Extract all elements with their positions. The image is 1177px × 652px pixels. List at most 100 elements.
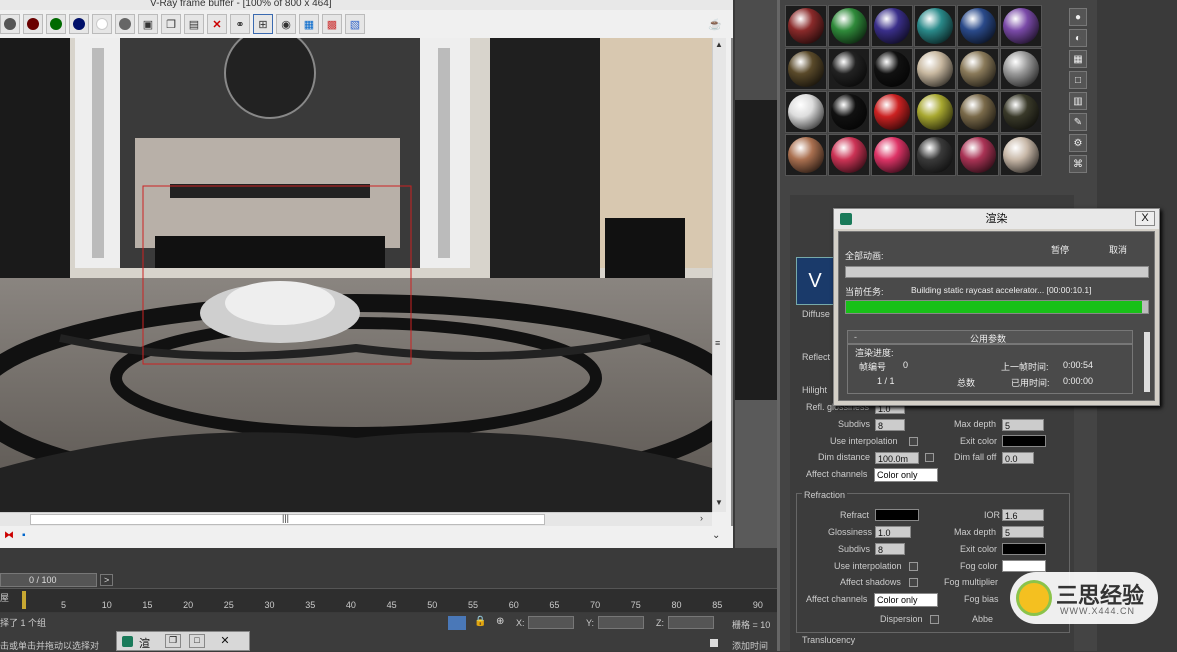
minimized-render-window[interactable]: 渲 ❐ □ ✕ bbox=[116, 631, 250, 651]
alpha-channel-icon[interactable] bbox=[92, 14, 112, 34]
material-slot[interactable] bbox=[828, 48, 870, 90]
open-icon[interactable]: ▤ bbox=[184, 14, 204, 34]
material-slot[interactable] bbox=[957, 48, 999, 90]
select-by-material-icon[interactable]: ⌘ bbox=[1069, 155, 1087, 173]
ior-field[interactable]: 1.6 bbox=[1002, 509, 1044, 521]
dim-distance-field[interactable]: 100.0m bbox=[875, 452, 919, 464]
r-subdivs-field[interactable]: 8 bbox=[875, 543, 905, 555]
cancel-button[interactable]: 取消 bbox=[1109, 243, 1127, 256]
material-slot[interactable] bbox=[957, 5, 999, 47]
dispersion-checkbox[interactable] bbox=[930, 615, 939, 624]
absolute-mode-icon[interactable]: ⊕ bbox=[496, 616, 504, 627]
restore-icon[interactable]: ❐ bbox=[165, 634, 181, 648]
lock-icon[interactable]: 🔒 bbox=[474, 616, 486, 627]
material-slot[interactable] bbox=[871, 48, 913, 90]
x-field[interactable] bbox=[528, 616, 574, 629]
y-field[interactable] bbox=[598, 616, 644, 629]
copy-icon[interactable]: ❐ bbox=[161, 14, 181, 34]
glossiness-field[interactable]: 1.0 bbox=[875, 526, 911, 538]
material-slot[interactable] bbox=[957, 91, 999, 133]
max-depth-field[interactable]: 5 bbox=[1002, 419, 1044, 431]
blue-channel-icon[interactable] bbox=[69, 14, 89, 34]
background-icon[interactable]: ▦ bbox=[1069, 50, 1087, 68]
affect-shadows-checkbox[interactable] bbox=[909, 578, 918, 587]
exit-color-swatch[interactable] bbox=[1002, 435, 1046, 447]
maximize-icon[interactable]: □ bbox=[189, 634, 205, 648]
refract-swatch[interactable] bbox=[875, 509, 919, 521]
material-slot[interactable] bbox=[914, 48, 956, 90]
material-slot[interactable] bbox=[785, 5, 827, 47]
material-slot[interactable] bbox=[785, 134, 827, 176]
fog-color-swatch[interactable] bbox=[1002, 560, 1046, 572]
scroll-up-icon[interactable]: ▲ bbox=[715, 40, 724, 49]
make-preview-icon[interactable]: ✎ bbox=[1069, 113, 1087, 131]
material-slot[interactable] bbox=[914, 91, 956, 133]
mono-icon[interactable] bbox=[115, 14, 135, 34]
material-slot[interactable] bbox=[1000, 134, 1042, 176]
affect-channels-select[interactable]: Color only bbox=[874, 468, 938, 482]
track-bar[interactable]: 屋 5 10 15 20 25 30 35 40 45 50 55 60 65 70 75 80 85 90 bbox=[0, 588, 777, 612]
video-color-icon[interactable]: ▥ bbox=[1069, 92, 1087, 110]
close-button[interactable]: X bbox=[1135, 211, 1155, 226]
dim-falloff-field[interactable]: 0.0 bbox=[1002, 452, 1034, 464]
options-icon[interactable]: ⚙ bbox=[1069, 134, 1087, 152]
current-frame-marker[interactable] bbox=[22, 591, 26, 609]
save-icon[interactable]: ▣ bbox=[138, 14, 158, 34]
use-interpolation-checkbox[interactable] bbox=[909, 437, 918, 446]
camera-icon[interactable]: ▦ bbox=[299, 14, 319, 34]
dialog-scrollbar[interactable] bbox=[1144, 332, 1150, 392]
horizontal-scrollbar[interactable]: ||| › bbox=[0, 512, 712, 526]
dim-distance-checkbox[interactable] bbox=[925, 453, 934, 462]
add-time-tag[interactable]: 添加时间 bbox=[732, 639, 768, 652]
r-use-interpolation-checkbox[interactable] bbox=[909, 562, 918, 571]
material-slot[interactable] bbox=[785, 48, 827, 90]
scroll-down-icon[interactable]: ▼ bbox=[715, 498, 724, 507]
pixel-info-icon[interactable]: ▪ bbox=[22, 530, 26, 541]
time-tag-icon[interactable] bbox=[710, 639, 718, 647]
material-slot[interactable] bbox=[785, 91, 827, 133]
corrections-icon[interactable]: ▧ bbox=[345, 14, 365, 34]
material-slot[interactable] bbox=[828, 5, 870, 47]
scroll-right-icon[interactable]: › bbox=[700, 513, 703, 523]
vertical-scrollbar[interactable]: ▲ ≡ ▼ bbox=[712, 38, 726, 512]
z-field[interactable] bbox=[668, 616, 714, 629]
tiling-icon[interactable]: □ bbox=[1069, 71, 1087, 89]
material-slot[interactable] bbox=[914, 5, 956, 47]
red-channel-icon[interactable] bbox=[23, 14, 43, 34]
lut-icon[interactable]: ▩ bbox=[322, 14, 342, 34]
rgb-channel-icon[interactable] bbox=[0, 14, 20, 34]
region-render-icon[interactable]: ⊞ bbox=[253, 14, 273, 34]
material-slot[interactable] bbox=[1000, 91, 1042, 133]
r-affect-channels-select[interactable]: Color only bbox=[874, 593, 938, 607]
expand-icon[interactable]: ⌄ bbox=[712, 530, 720, 541]
green-channel-icon[interactable] bbox=[46, 14, 66, 34]
r-exit-color-swatch[interactable] bbox=[1002, 543, 1046, 555]
material-slot[interactable] bbox=[828, 134, 870, 176]
isolate-icon[interactable] bbox=[448, 616, 466, 630]
history-icon[interactable]: ⧓ bbox=[4, 530, 14, 541]
close-icon[interactable]: ✕ bbox=[217, 634, 233, 648]
next-frame-button[interactable]: > bbox=[100, 574, 114, 586]
teapot-icon[interactable]: ☕ bbox=[705, 14, 725, 34]
render-icon[interactable]: ◉ bbox=[276, 14, 296, 34]
rollout-header[interactable]: - 公用参数 bbox=[847, 330, 1133, 344]
subdivs-field[interactable]: 8 bbox=[875, 419, 905, 431]
scroll-grip-icon[interactable]: ≡ bbox=[715, 338, 724, 350]
sample-type-icon[interactable]: ● bbox=[1069, 8, 1087, 26]
r-max-depth-field[interactable]: 5 bbox=[1002, 526, 1044, 538]
material-slot[interactable] bbox=[1000, 5, 1042, 47]
material-slot[interactable] bbox=[828, 91, 870, 133]
material-slot[interactable] bbox=[871, 134, 913, 176]
clear-icon[interactable]: ✕ bbox=[207, 14, 227, 34]
material-slot[interactable] bbox=[957, 134, 999, 176]
time-slider[interactable]: 0 / 100 > bbox=[0, 572, 777, 588]
material-slot[interactable] bbox=[871, 91, 913, 133]
backlight-icon[interactable]: ◐ bbox=[1069, 29, 1087, 47]
time-slider-thumb[interactable]: 0 / 100 bbox=[0, 573, 97, 587]
pause-button[interactable]: 暂停 bbox=[1051, 243, 1069, 256]
link-icon[interactable]: ⚭ bbox=[230, 14, 250, 34]
selection-status: 择了 1 个组 bbox=[0, 618, 47, 628]
material-slot[interactable] bbox=[1000, 48, 1042, 90]
material-slot[interactable] bbox=[871, 5, 913, 47]
material-slot[interactable] bbox=[914, 134, 956, 176]
